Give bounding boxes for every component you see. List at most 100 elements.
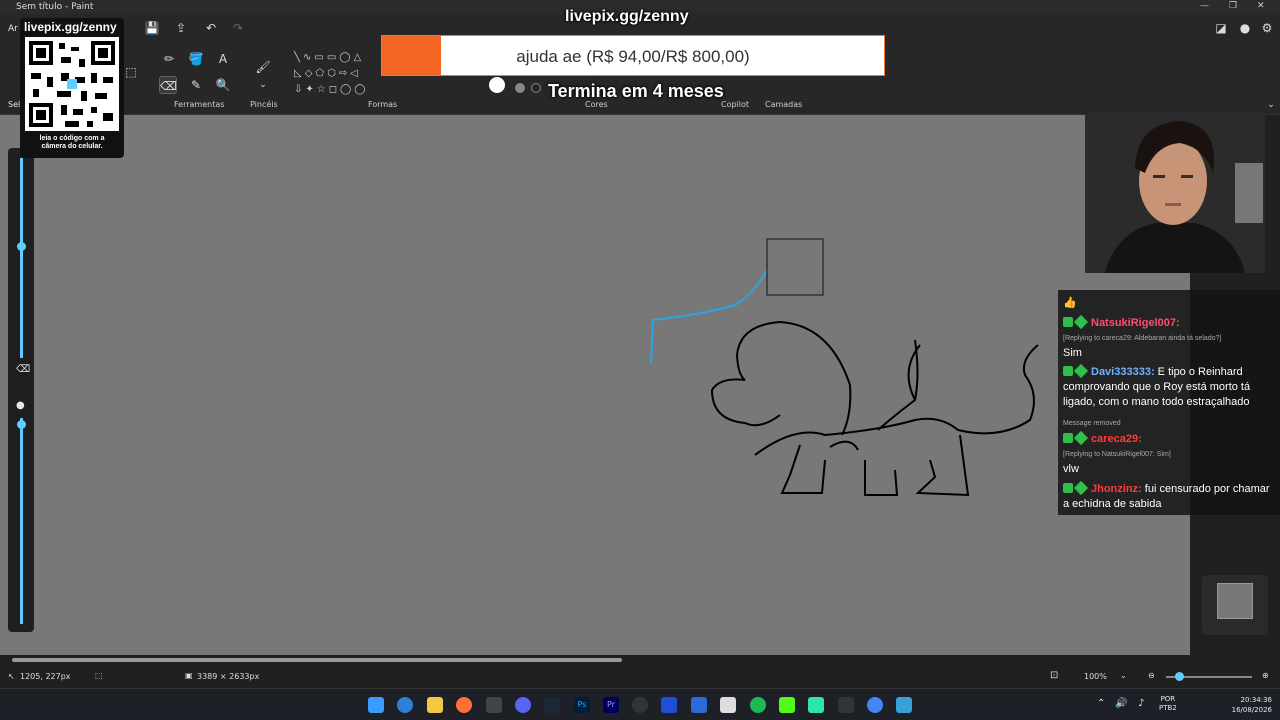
horizontal-scroll-thumb[interactable] (12, 658, 622, 662)
terminal-icon[interactable] (838, 697, 854, 713)
keyboard-layout: PTB2 (1159, 704, 1177, 712)
clock-date: 16/08/2026 (1231, 706, 1272, 714)
chat-message: Jhonzinz: fui censurado por chamar a ech… (1063, 480, 1275, 512)
collapse-ribbon-icon[interactable]: ⌄ (1262, 96, 1280, 114)
selection-size-icon: ⬚ (95, 671, 103, 680)
maximize-button[interactable]: ❐ (1229, 1, 1237, 11)
brush-icon[interactable]: 🖌 (254, 58, 272, 76)
color-1-swatch[interactable] (489, 77, 505, 93)
chat-username: Jhonzinz: (1091, 483, 1142, 495)
save-icon[interactable]: 💾 (143, 19, 161, 37)
volume-icon[interactable]: 🔊 (1115, 698, 1127, 709)
zoom-level[interactable]: 100% (1084, 672, 1107, 681)
subscriber-gem-icon (1073, 430, 1089, 446)
image-select-icon[interactable]: ⬚ (122, 63, 140, 81)
color-3-swatch[interactable] (531, 83, 541, 93)
canvas-area[interactable] (0, 115, 1190, 655)
kick-badge-icon (1063, 483, 1073, 493)
layer-thumbnail[interactable] (1217, 583, 1253, 619)
premiere-icon[interactable]: Pr (603, 697, 619, 713)
eraser-size-icon: ⌫ (16, 364, 31, 375)
window-title: Sem título - Paint (16, 2, 94, 12)
opacity-slider-thumb[interactable] (17, 420, 26, 429)
clock[interactable]: 20:34:36 16/08/2026 (1226, 695, 1272, 715)
file-explorer-icon[interactable] (427, 697, 443, 713)
overlay-url: livepix.gg/zenny (565, 8, 689, 25)
fit-to-window-icon[interactable]: ⊡ (1050, 670, 1058, 681)
tab-file[interactable]: Ar (8, 24, 18, 34)
discord-icon[interactable] (515, 697, 531, 713)
text-icon[interactable]: A (214, 50, 232, 68)
redo-icon[interactable]: ↷ (229, 19, 247, 37)
opacity-slider-track[interactable] (20, 418, 23, 624)
zoom-out-icon[interactable]: ⊖ (1148, 671, 1155, 680)
group-label-copilot[interactable]: Copilot (721, 100, 749, 109)
pencil-icon[interactable]: ✏ (160, 50, 178, 68)
fill-icon[interactable]: 🪣 (187, 50, 205, 68)
group-label-ferramentas: Ferramentas (174, 100, 225, 109)
minimize-button[interactable]: — (1200, 1, 1209, 11)
app3-icon[interactable] (720, 697, 736, 713)
network-icon[interactable]: ♪ (1138, 698, 1144, 709)
chat-removed-notice: Message removed (1063, 420, 1121, 427)
zoom-slider-thumb[interactable] (1175, 672, 1184, 681)
qr-title: livepix.gg/zenny (24, 20, 117, 34)
size-slider-track[interactable] (20, 158, 23, 358)
firefox-icon[interactable] (456, 697, 472, 713)
zoom-in-icon[interactable]: ⊕ (1262, 671, 1269, 680)
clock-time: 20:34:36 (1240, 696, 1272, 704)
steam-icon[interactable] (544, 697, 560, 713)
size-slider-thumb[interactable] (17, 242, 26, 251)
chat-reply-context: [Replying to NatsukiRigel007: Sim] (1063, 451, 1171, 458)
color-2-swatch[interactable] (515, 83, 525, 93)
language-indicator[interactable]: POR PTB2 (1159, 695, 1177, 713)
shapes-gallery[interactable]: ╲∿▭▭◯△ ◺◇⬠⬡⇨◁ ⇩✦☆◻◯◯ (294, 50, 384, 98)
media-icon[interactable] (661, 697, 677, 713)
brush-dropdown-icon[interactable]: ⌄ (254, 76, 272, 94)
canvas-size: 3389 × 2633px (197, 672, 260, 681)
eraser-icon[interactable]: ⌫ (159, 76, 177, 94)
kick-badge-icon (1063, 317, 1073, 327)
magnifier-icon[interactable]: 🔍 (214, 76, 232, 94)
zoom-dropdown-icon[interactable]: ⌄ (1120, 671, 1127, 680)
cursor-position: 1205, 227px (20, 672, 71, 681)
chat-username: careca29: (1091, 433, 1142, 445)
chat-message-text: Sim (1063, 347, 1082, 359)
spotify-icon[interactable] (750, 697, 766, 713)
undo-icon[interactable]: ↶ (202, 19, 220, 37)
photoshop-icon[interactable]: Ps (574, 697, 590, 713)
search-icon[interactable] (397, 697, 413, 713)
app4-icon[interactable] (808, 697, 824, 713)
tray-expand-icon[interactable]: ⌃ (1097, 698, 1105, 709)
obs-icon[interactable] (632, 697, 648, 713)
kick-icon[interactable] (779, 697, 795, 713)
settings-icon[interactable]: ⚙ (1258, 19, 1276, 37)
kick-badge-icon (1063, 433, 1073, 443)
cursor-icon: ↖ (8, 672, 15, 681)
account-icon[interactable]: ● (1236, 19, 1254, 37)
group-label-camadas[interactable]: Camadas (765, 100, 802, 109)
chat-overlay: 👍 NatsukiRigel007: [Replying to careca29… (1058, 290, 1280, 515)
drawing-canvas[interactable] (0, 115, 1190, 655)
notification-icon[interactable]: ◪ (1212, 19, 1230, 37)
layer-thumbnail-bg[interactable] (1202, 575, 1268, 635)
chat-reply-context: [Replying to careca29: Aldebaran ainda t… (1063, 335, 1222, 342)
status-bar: ↖ 1205, 227px ⬚ ▣ 3389 × 2633px ⊡ 100% ⌄… (0, 667, 1280, 687)
start-icon[interactable] (368, 697, 384, 713)
chrome-icon[interactable] (867, 697, 883, 713)
share-icon[interactable]: ⇪ (172, 19, 190, 37)
horizontal-scrollbar[interactable] (0, 655, 1190, 667)
close-button[interactable]: ✕ (1257, 1, 1265, 11)
paint-icon[interactable] (896, 697, 912, 713)
group-label-pinceis: Pincéis (250, 100, 278, 109)
donation-label: ajuda ae (R$ 94,00/R$ 800,00) (516, 47, 750, 66)
chat-message-text: vlw (1063, 463, 1079, 475)
dog-drawing (710, 320, 1039, 497)
color-picker-icon[interactable]: ✎ (187, 76, 205, 94)
app2-icon[interactable] (691, 697, 707, 713)
chat-message-text: 👍 (1063, 297, 1077, 309)
app-icon[interactable] (486, 697, 502, 713)
chat-message: NatsukiRigel007: [Replying to careca29: … (1063, 314, 1275, 361)
canvas-size-icon: ▣ (185, 671, 193, 680)
donation-goal-bar: ajuda ae (R$ 94,00/R$ 800,00) (381, 35, 885, 76)
